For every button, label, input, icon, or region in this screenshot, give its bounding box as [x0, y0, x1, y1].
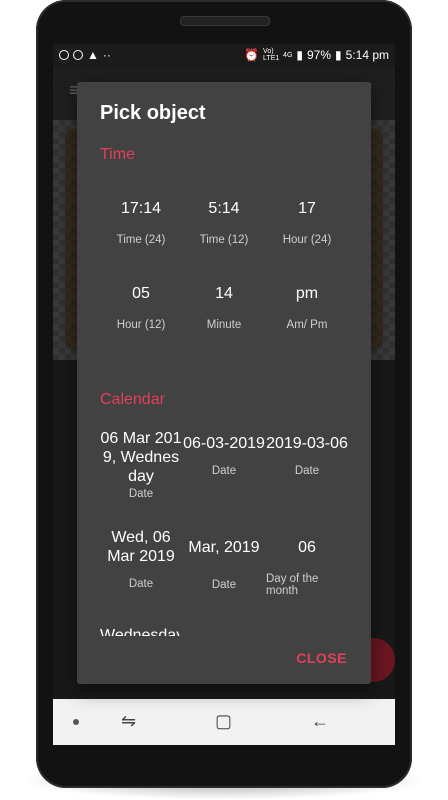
option-date-long[interactable]: 06 Mar 2019, Wednesday Date: [100, 429, 182, 500]
option-date-short[interactable]: Wed, 06 Mar 2019 Date: [100, 528, 182, 590]
option-value: 2019-03-06: [266, 435, 348, 452]
option-value: 17:14: [120, 200, 162, 217]
option-label: Date: [211, 465, 237, 477]
status-bar: ▲ ·· ⏰ Vo) LTE1 4G ▮ 97% ▮ 5:14 pm: [53, 44, 395, 68]
screen: ▲ ·· ⏰ Vo) LTE1 4G ▮ 97% ▮ 5:14 pm ≡ ⋮: [53, 44, 395, 745]
section-time: Time: [100, 146, 135, 163]
option-label: Hour (24): [282, 234, 332, 246]
dialog-title: Pick object: [100, 102, 206, 124]
option-hour-24[interactable]: 17 Hour (24): [266, 199, 348, 246]
navigation-bar: ⇋ ▢ ←: [53, 699, 395, 745]
battery-percent: 97%: [307, 48, 332, 62]
signal-icon: ▮: [296, 48, 303, 62]
phone-frame: ▲ ·· ⏰ Vo) LTE1 4G ▮ 97% ▮ 5:14 pm ≡ ⋮: [36, 0, 412, 788]
truncated-next-option: Wednesday: [100, 628, 180, 636]
option-value: 14: [215, 285, 233, 302]
earpiece-speaker: [180, 16, 270, 26]
option-label: Time (12): [199, 234, 249, 246]
section-calendar: Calendar: [100, 391, 165, 408]
option-value: 06-03-2019: [183, 435, 265, 452]
option-value: 17: [298, 200, 316, 217]
home-icon[interactable]: ▢: [215, 711, 232, 732]
network-label: 4G: [283, 51, 293, 59]
warning-icon: ▲: [87, 48, 99, 62]
option-label: Date: [128, 488, 154, 500]
option-date-ymd[interactable]: 2019-03-06 Date: [266, 434, 348, 477]
option-minute[interactable]: 14 Minute: [183, 284, 265, 331]
option-value: 06 Mar 2019, Wednesday: [100, 430, 182, 485]
option-label: Am/ Pm: [286, 319, 328, 331]
battery-icon: ▮: [335, 48, 342, 62]
pick-object-dialog: Pick object Time 17:14 Time (24) 5:14 Ti…: [77, 82, 371, 684]
option-label: Date: [211, 579, 237, 591]
option-am-pm[interactable]: pm Am/ Pm: [266, 284, 348, 331]
more-notifications-icon: ··: [102, 48, 111, 62]
option-month-year[interactable]: Mar, 2019 Date: [183, 538, 265, 591]
option-time-24[interactable]: 17:14 Time (24): [100, 199, 182, 246]
option-value: 5:14: [208, 200, 240, 217]
option-label: Day of the month: [266, 573, 319, 597]
settings-notification-icon: [73, 50, 83, 60]
option-time-12[interactable]: 5:14 Time (12): [183, 199, 265, 246]
nav-dot-icon: [73, 719, 79, 725]
close-button[interactable]: CLOSE: [296, 650, 347, 666]
back-icon[interactable]: ←: [311, 711, 329, 732]
alarm-icon: ⏰: [244, 48, 260, 62]
volte-label: Vo) LTE1: [263, 48, 280, 62]
option-date-dmy[interactable]: 06-03-2019 Date: [183, 434, 265, 477]
option-hour-12[interactable]: 05 Hour (12): [100, 284, 182, 331]
option-label: Minute: [206, 319, 242, 331]
option-label: Date: [294, 465, 320, 477]
recent-apps-icon[interactable]: ⇋: [121, 711, 136, 732]
option-value: Mar, 2019: [188, 539, 260, 556]
status-time: 5:14 pm: [345, 48, 389, 62]
option-label: Time (24): [116, 234, 166, 246]
option-value: Wed, 06 Mar 2019: [107, 529, 175, 565]
option-value: 06: [298, 539, 316, 556]
option-value: 05: [132, 285, 150, 302]
option-label: Hour (12): [116, 319, 166, 331]
clock-icon: [59, 50, 69, 60]
option-label: Date: [128, 578, 154, 590]
option-day-of-month[interactable]: 06 Day of the month: [266, 538, 348, 597]
option-value: pm: [295, 285, 319, 302]
